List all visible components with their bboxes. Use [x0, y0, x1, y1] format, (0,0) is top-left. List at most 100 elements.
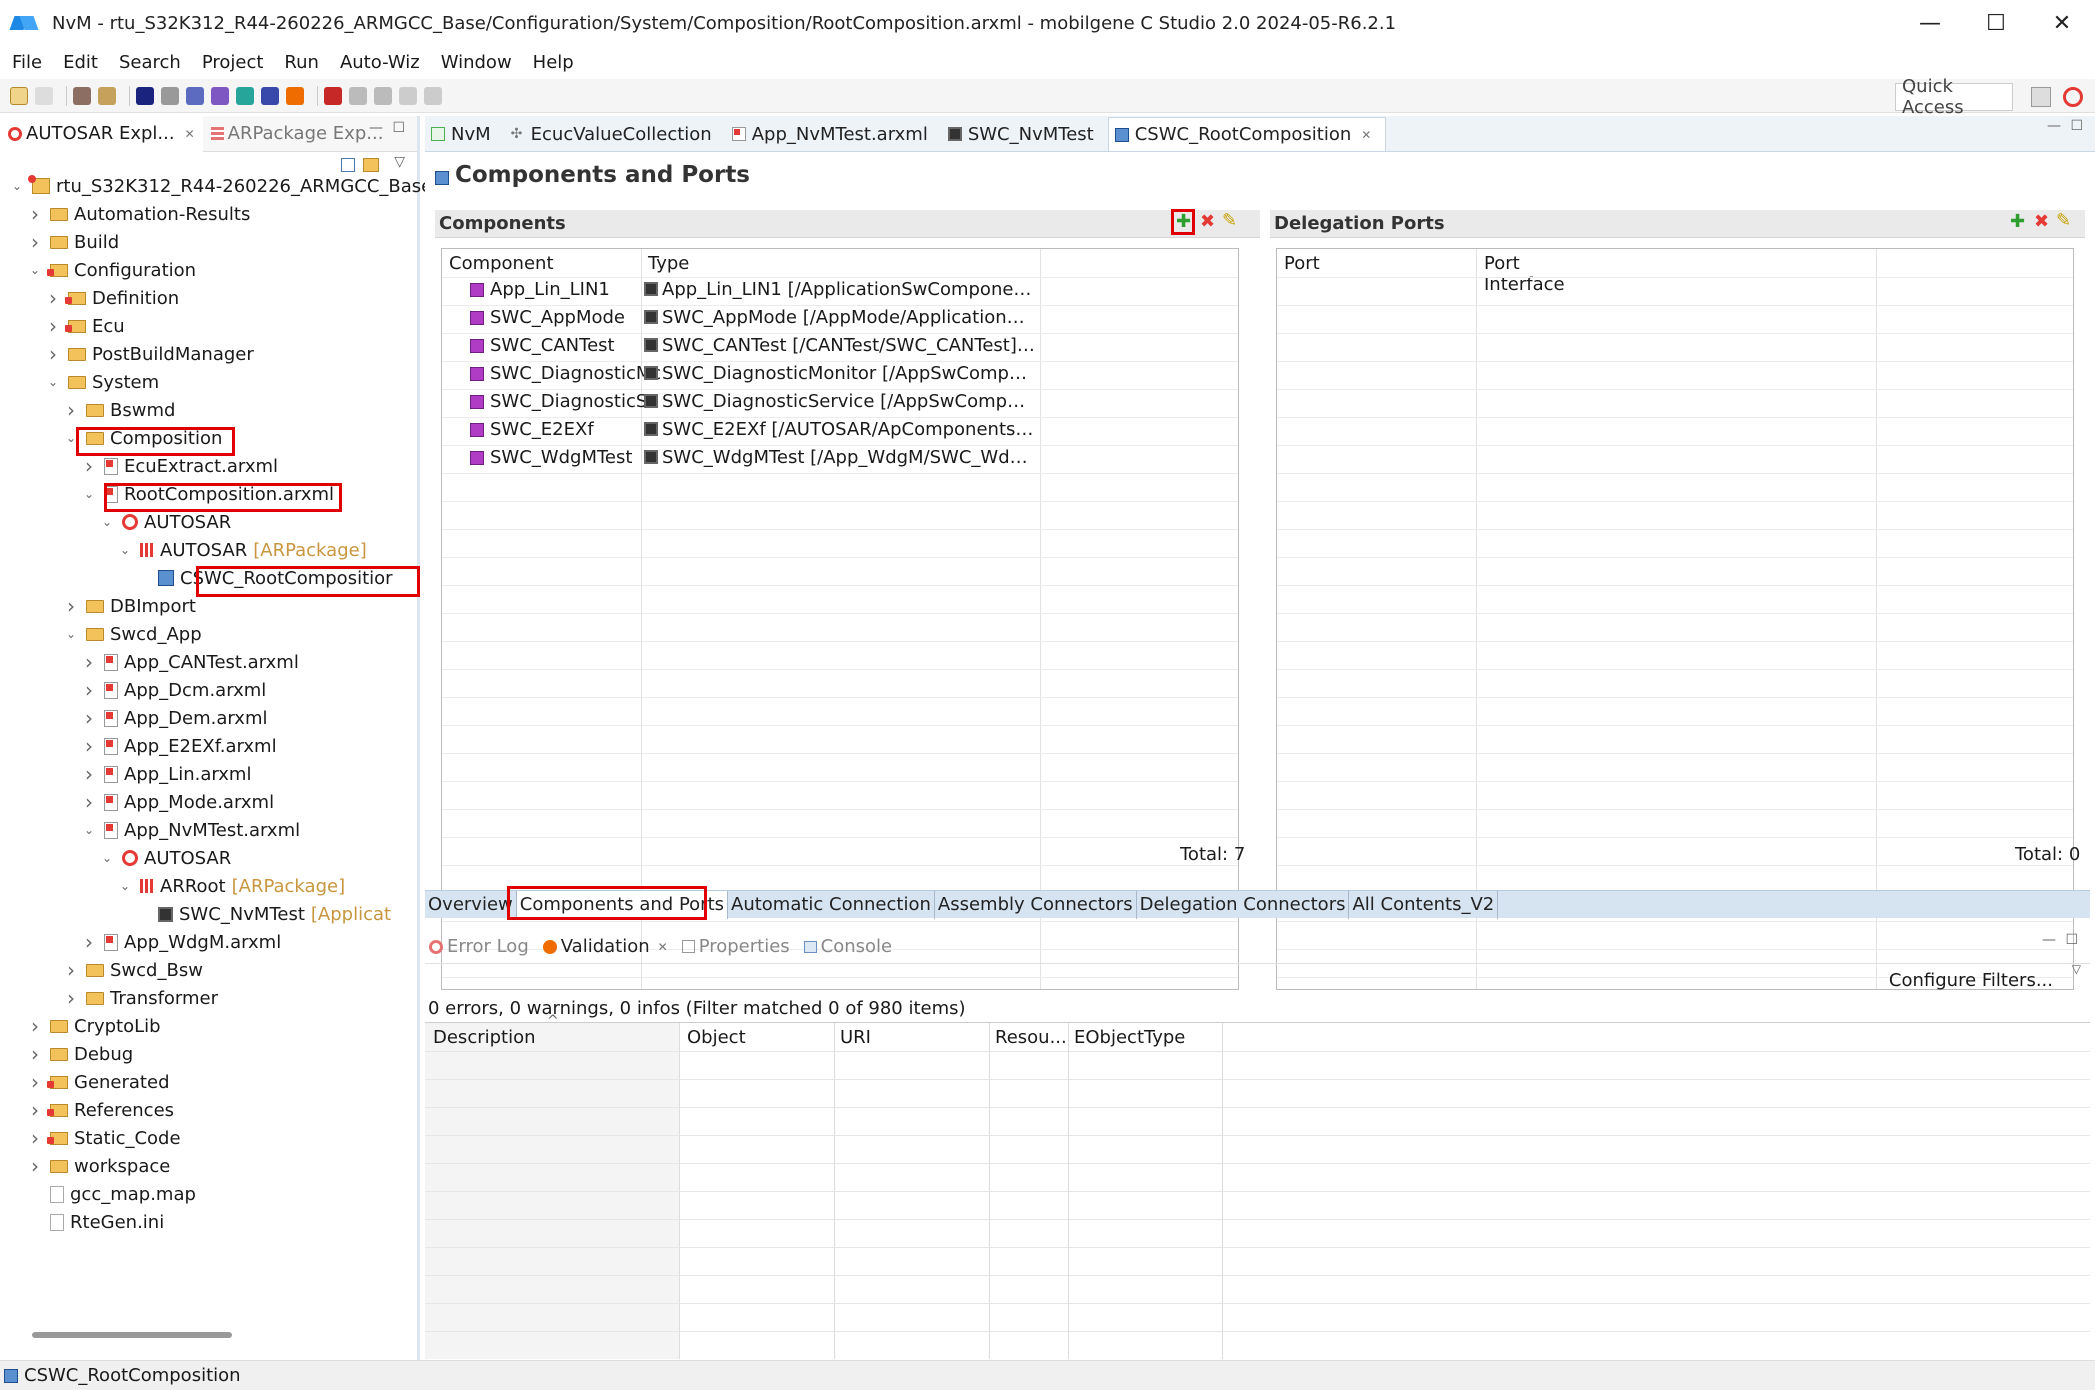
tree-item[interactable]: › Definition: [46, 284, 179, 312]
build-icon[interactable]: [73, 86, 91, 105]
page-tab-delegation-connectors[interactable]: Delegation Connectors: [1137, 890, 1350, 919]
chevron-right-icon[interactable]: ›: [82, 678, 96, 702]
tree-item[interactable]: › App_Dem.arxml: [82, 704, 268, 732]
chevron-down-icon[interactable]: ⌄: [64, 627, 78, 641]
menu-search[interactable]: Search: [119, 52, 181, 73]
table-row[interactable]: SWC_DiagnosticMc SWC_DiagnosticMonitor [/…: [442, 361, 1238, 389]
table-row[interactable]: SWC_DiagnosticSe SWC_DiagnosticService [/…: [442, 389, 1238, 417]
chevron-down-icon[interactable]: ⌄: [82, 823, 96, 837]
view-menu-icon[interactable]: ▽: [2072, 962, 2081, 976]
bug-icon[interactable]: [324, 86, 342, 105]
column-eobjecttype[interactable]: EObjectType: [1074, 1027, 1185, 1048]
tab-autosar-explorer[interactable]: AUTOSAR Expl... ✕: [0, 115, 203, 152]
tab-console[interactable]: Console: [800, 936, 902, 957]
task-icon[interactable]: [186, 86, 204, 105]
chevron-down-icon[interactable]: ⌄: [100, 851, 114, 865]
chevron-right-icon[interactable]: ›: [82, 650, 96, 674]
chevron-right-icon[interactable]: ›: [28, 202, 42, 226]
close-icon[interactable]: ✕: [658, 940, 668, 954]
cut-icon[interactable]: [261, 86, 279, 105]
chevron-right-icon[interactable]: ›: [28, 230, 42, 254]
annotation-icon[interactable]: [374, 86, 392, 105]
chevron-right-icon[interactable]: ›: [46, 314, 60, 338]
add-delegation-port-button[interactable]: ✚: [2010, 211, 2025, 232]
chevron-right-icon[interactable]: ›: [28, 1154, 42, 1178]
tree-item[interactable]: › CryptoLib: [28, 1012, 161, 1040]
tree-item[interactable]: › App_Dcm.arxml: [82, 676, 266, 704]
chevron-right-icon[interactable]: ›: [28, 1042, 42, 1066]
tree-item[interactable]: › Bswmd: [64, 396, 175, 424]
tree-item[interactable]: ⌄ AUTOSAR: [100, 844, 231, 872]
close-button[interactable]: ✕: [2029, 0, 2095, 46]
new-icon[interactable]: [10, 86, 28, 105]
tree-item[interactable]: ⌄ Configuration: [28, 256, 196, 284]
tree-item[interactable]: ⌄ App_NvMTest.arxml: [82, 816, 300, 844]
column-uri[interactable]: URI: [840, 1027, 871, 1048]
chevron-right-icon[interactable]: ›: [28, 1070, 42, 1094]
tree-item[interactable]: › References: [28, 1096, 174, 1124]
chevron-right-icon[interactable]: ›: [28, 1126, 42, 1150]
column-description[interactable]: Description: [433, 1027, 536, 1048]
table-row[interactable]: SWC_AppMode SWC_AppMode [/AppMode/Applica…: [442, 305, 1238, 333]
tree-item[interactable]: › App_CANTest.arxml: [82, 648, 299, 676]
tab-error-log[interactable]: Error Log: [425, 936, 539, 957]
edit-component-button[interactable]: ✎: [1222, 210, 1237, 231]
menu-help[interactable]: Help: [533, 52, 574, 73]
quick-access-input[interactable]: Quick Access: [1895, 76, 2013, 118]
tree-item[interactable]: › Swcd_Bsw: [64, 956, 203, 984]
tree-item[interactable]: › Generated: [28, 1068, 170, 1096]
forward-icon[interactable]: [424, 86, 442, 105]
chevron-right-icon[interactable]: ›: [64, 986, 78, 1010]
tab-arpackage-explorer[interactable]: ARPackage Exp...: [203, 116, 392, 152]
delete-component-button[interactable]: ✖: [1200, 211, 1215, 232]
tree-item[interactable]: › Ecu: [46, 312, 125, 340]
column-port[interactable]: Port: [1284, 253, 1320, 274]
tab-app-nvmtest-arxml[interactable]: App_NvMTest.arxml: [726, 117, 942, 151]
maximize-view-icon[interactable]: ☐: [392, 120, 405, 136]
tree-item[interactable]: › workspace: [28, 1152, 170, 1180]
tab-cswc-rootcomposition[interactable]: CSWC_RootComposition ✕: [1107, 117, 1387, 151]
tree-item[interactable]: ⌄ AUTOSAR [ARPackage]: [118, 536, 367, 564]
chevron-right-icon[interactable]: ›: [64, 958, 78, 982]
chevron-right-icon[interactable]: ›: [82, 454, 96, 478]
tree-item[interactable]: SWC_NvMTest [Applicat: [136, 900, 391, 928]
chevron-right-icon[interactable]: ›: [46, 286, 60, 310]
chevron-right-icon[interactable]: ›: [82, 706, 96, 730]
tab-ecucvaluecollection[interactable]: ✣ EcucValueCollection: [505, 117, 726, 151]
minimize-bottom-view-icon[interactable]: —: [2042, 932, 2056, 948]
tree-item[interactable]: › App_Mode.arxml: [82, 788, 274, 816]
tree-item[interactable]: ⌄ Swcd_App: [64, 620, 202, 648]
maximize-editor-icon[interactable]: ☐: [2070, 118, 2083, 134]
column-type[interactable]: Type: [648, 253, 689, 274]
menu-project[interactable]: Project: [202, 52, 264, 73]
autosar-perspective-icon[interactable]: [2063, 87, 2083, 107]
tab-properties[interactable]: Properties: [678, 936, 800, 957]
tree-item[interactable]: ⌄ ARRoot [ARPackage]: [118, 872, 345, 900]
column-object[interactable]: Object: [687, 1027, 746, 1048]
tree-item[interactable]: › Build: [28, 228, 119, 256]
generate-icon[interactable]: [161, 86, 179, 105]
table-row[interactable]: App_Lin_LIN1 App_Lin_LIN1 [/ApplicationSw…: [442, 277, 1238, 305]
close-icon[interactable]: ✕: [1361, 128, 1371, 142]
menu-edit[interactable]: Edit: [63, 52, 98, 73]
tab-nvm[interactable]: NvM: [425, 117, 505, 151]
chevron-right-icon[interactable]: ›: [64, 398, 78, 422]
maximize-bottom-view-icon[interactable]: ☐: [2065, 932, 2078, 948]
column-resource[interactable]: Resou...: [995, 1027, 1067, 1048]
chevron-down-icon[interactable]: ⌄: [46, 375, 60, 389]
tree-item[interactable]: ⌄ System: [46, 368, 159, 396]
tree-item[interactable]: › Static_Code: [28, 1124, 181, 1152]
chevron-right-icon[interactable]: ›: [82, 734, 96, 758]
horizontal-scrollbar[interactable]: [32, 1332, 232, 1338]
table-row[interactable]: SWC_E2EXf SWC_E2EXf [/AUTOSAR/ApComponent…: [442, 417, 1238, 445]
tree-item[interactable]: › Debug: [28, 1040, 133, 1068]
tree-item[interactable]: ⌄ AUTOSAR: [100, 508, 231, 536]
chevron-right-icon[interactable]: ›: [28, 1014, 42, 1038]
tree-item[interactable]: › App_Lin.arxml: [82, 760, 251, 788]
configure-filters-link[interactable]: Configure Filters...: [1889, 970, 2053, 991]
table-row[interactable]: SWC_WdgMTest SWC_WdgMTest [/App_WdgM/SWC_…: [442, 445, 1238, 473]
chevron-down-icon[interactable]: ⌄: [118, 879, 132, 893]
chevron-down-icon[interactable]: ⌄: [118, 543, 132, 557]
menu-auto-wiz[interactable]: Auto-Wiz: [340, 52, 420, 73]
open-perspective-icon[interactable]: [2031, 87, 2051, 107]
